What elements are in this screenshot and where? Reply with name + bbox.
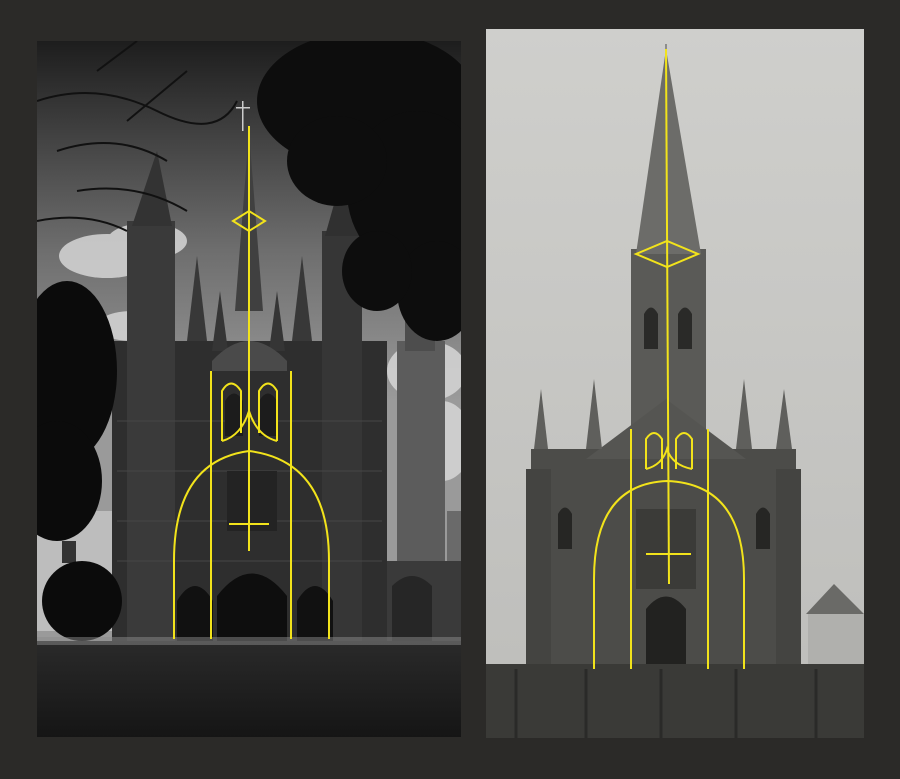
right-photo-panel [486, 29, 864, 738]
left-photo [37, 41, 461, 737]
right-photo [486, 29, 864, 738]
left-photo-panel [37, 41, 461, 737]
ground [37, 641, 461, 737]
front-wall [486, 664, 864, 738]
